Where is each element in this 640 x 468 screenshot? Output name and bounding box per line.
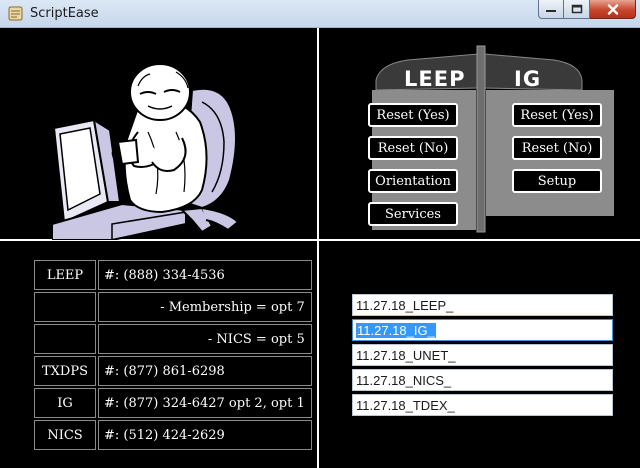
- vertical-divider: [317, 28, 319, 468]
- row-value: #: (877) 861-6298: [98, 356, 312, 386]
- table-row: - NICS = opt 5: [34, 324, 312, 354]
- coffee-person-illustration: [52, 63, 240, 240]
- file-name-text: 11.27.18_TDEX_: [356, 398, 455, 413]
- ig-header: IG: [514, 67, 542, 91]
- table-row: LEEP #: (888) 334-4536: [34, 260, 312, 290]
- row-value: #: (512) 424-2629: [98, 420, 312, 450]
- minimize-button[interactable]: [538, 0, 564, 19]
- window-title: ScriptEase: [30, 6, 99, 21]
- window-controls: [538, 0, 636, 20]
- scroll-icon: [8, 6, 23, 21]
- table-row: IG #: (877) 324-6427 opt 2, opt 1: [34, 388, 312, 418]
- file-name-text: 11.27.18_NICS_: [356, 373, 452, 388]
- row-label: NICS: [34, 420, 96, 450]
- leep-header: LEEP: [404, 67, 466, 91]
- leep-reset-no-button[interactable]: Reset (No): [368, 136, 458, 160]
- ig-reset-yes-button[interactable]: Reset (Yes): [512, 103, 602, 127]
- row-label: [34, 292, 96, 322]
- ig-setup-button[interactable]: Setup: [512, 169, 602, 193]
- close-icon: [607, 3, 618, 15]
- file-name-text-selected: 11.27.18_IG_: [356, 323, 436, 338]
- table-row: TXDPS #: (877) 861-6298: [34, 356, 312, 386]
- row-label: LEEP: [34, 260, 96, 290]
- maximize-icon: [571, 4, 582, 14]
- title-bar[interactable]: ScriptEase: [0, 0, 640, 28]
- file-name-field-ig[interactable]: 11.27.18_IG_: [352, 319, 613, 341]
- row-value: - NICS = opt 5: [98, 324, 312, 354]
- file-name-text: 11.27.18_UNET_: [356, 348, 456, 363]
- file-name-field-leep[interactable]: 11.27.18_LEEP_: [352, 294, 613, 316]
- row-value: #: (877) 324-6427 opt 2, opt 1: [98, 388, 312, 418]
- row-label: IG: [34, 388, 96, 418]
- row-label: [34, 324, 96, 354]
- maximize-button[interactable]: [564, 0, 590, 19]
- close-button[interactable]: [590, 0, 636, 19]
- file-name-list: 11.27.18_LEEP_ 11.27.18_IG_ 11.27.18_UNE…: [352, 294, 613, 419]
- table-row: - Membership = opt 7: [34, 292, 312, 322]
- leep-orientation-button[interactable]: Orientation: [368, 169, 458, 193]
- phone-number-table: LEEP #: (888) 334-4536 - Membership = op…: [32, 258, 314, 452]
- file-name-field-nics[interactable]: 11.27.18_NICS_: [352, 369, 613, 391]
- minimize-icon: [546, 10, 556, 12]
- leep-reset-yes-button[interactable]: Reset (Yes): [368, 103, 458, 127]
- table-row: NICS #: (512) 424-2629: [34, 420, 312, 450]
- control-panel: LEEP IG Reset (Yes) Reset (No) Orientati…: [368, 44, 618, 234]
- row-label: TXDPS: [34, 356, 96, 386]
- row-value: #: (888) 334-4536: [98, 260, 312, 290]
- file-name-field-unet[interactable]: 11.27.18_UNET_: [352, 344, 613, 366]
- row-value: - Membership = opt 7: [98, 292, 312, 322]
- file-name-field-tdex[interactable]: 11.27.18_TDEX_: [352, 394, 613, 416]
- file-name-text: 11.27.18_LEEP_: [356, 298, 454, 313]
- leep-services-button[interactable]: Services: [368, 202, 458, 226]
- ig-reset-no-button[interactable]: Reset (No): [512, 136, 602, 160]
